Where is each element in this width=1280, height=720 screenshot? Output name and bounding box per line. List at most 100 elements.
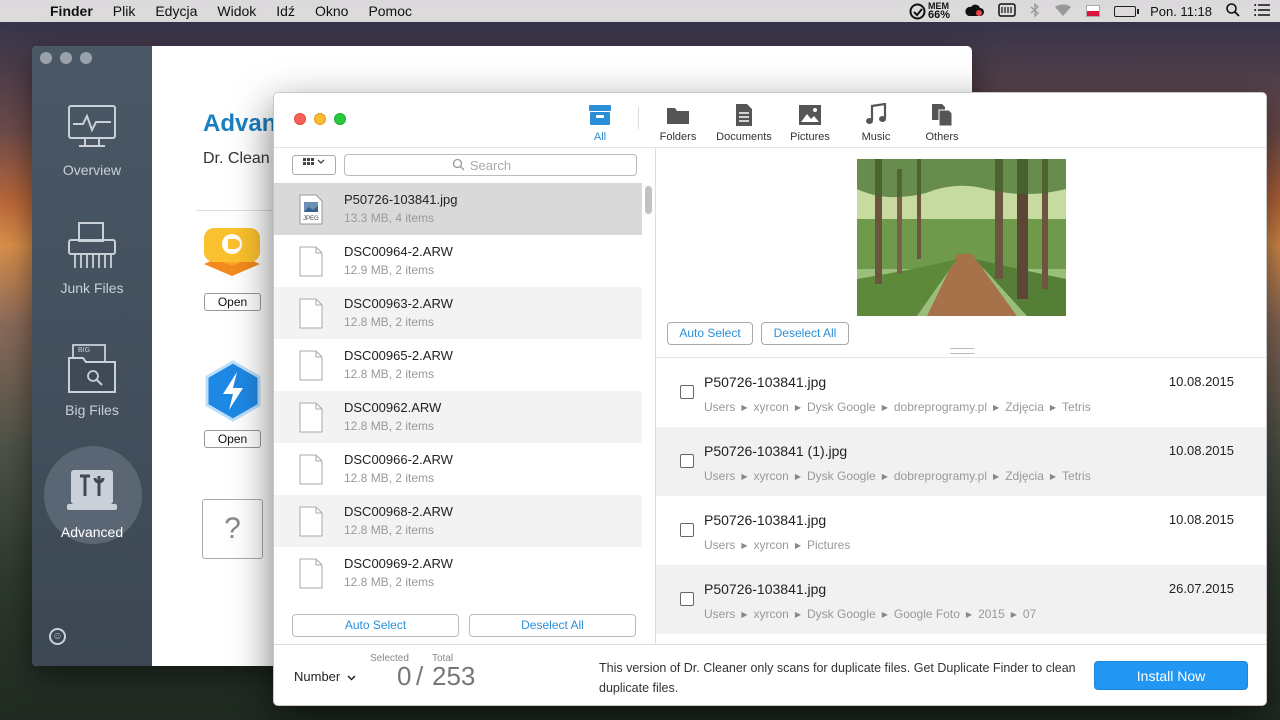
notification-center-icon[interactable]: [1254, 3, 1270, 19]
cloud-icon[interactable]: [964, 3, 985, 20]
menu-item-view[interactable]: Widok: [207, 3, 266, 19]
deselect-all-button[interactable]: Deselect All: [469, 614, 636, 637]
path-segment: dobreprogramy.pl: [893, 400, 988, 414]
duplicate-date: 10.08.2015: [1168, 374, 1234, 389]
clock[interactable]: Pon. 11:18: [1150, 4, 1212, 19]
file-name: DSC00968-2.ARW: [344, 504, 453, 519]
battery-icon[interactable]: [1114, 5, 1140, 17]
duplicate-checkbox[interactable]: [680, 523, 694, 537]
menu-app-name[interactable]: Finder: [40, 3, 103, 19]
tab-documents[interactable]: Documents: [709, 103, 779, 143]
search-input[interactable]: [344, 154, 637, 176]
menu-item-file[interactable]: Plik: [103, 3, 146, 19]
menu-item-edit[interactable]: Edycja: [145, 3, 207, 19]
zoom-icon[interactable]: [80, 52, 92, 64]
preview-deselect-all-button[interactable]: Deselect All: [761, 322, 849, 345]
path-breadcrumb: Users ▶ xyrcon ▶ Dysk Google ▶ dobreprogram…: [704, 400, 1091, 414]
memory-gauge-icon: [909, 3, 926, 19]
spotlight-search-icon[interactable]: [1226, 2, 1240, 20]
shredder-icon: [65, 222, 119, 272]
tab-others[interactable]: Others: [907, 103, 977, 143]
tab-all[interactable]: All: [565, 103, 635, 143]
file-name: DSC00969-2.ARW: [344, 556, 453, 571]
file-icon: [299, 246, 323, 277]
file-meta: 12.8 MB, 2 items: [344, 315, 435, 329]
tab-pictures[interactable]: Pictures: [775, 103, 845, 143]
list-item[interactable]: DSC00966-2.ARW 12.8 MB, 2 items: [274, 443, 642, 495]
duplicate-checkbox[interactable]: [680, 454, 694, 468]
path-segment: Tetris: [1062, 400, 1091, 414]
view-mode-selector[interactable]: [292, 155, 336, 175]
list-scrollbar[interactable]: [645, 186, 652, 214]
bluetooth-icon[interactable]: [1030, 1, 1040, 20]
file-meta: 13.3 MB, 4 items: [344, 211, 435, 225]
menu-item-go[interactable]: Idź: [266, 3, 305, 19]
page-title: Advan: [203, 110, 277, 137]
path-arrow-icon: ▶: [993, 471, 1000, 481]
tab-music[interactable]: Music: [841, 103, 911, 143]
preview-auto-select-button[interactable]: Auto Select: [667, 322, 753, 345]
path-arrow-icon: ▶: [741, 609, 748, 619]
duplicate-name: P50726-103841 (1).jpg: [704, 443, 848, 459]
list-item[interactable]: DSC00964-2.ARW 12.9 MB, 2 items: [274, 235, 642, 287]
resize-grip-icon[interactable]: [950, 348, 974, 354]
install-now-button[interactable]: Install Now: [1094, 661, 1248, 690]
input-language-flag-icon[interactable]: [1086, 5, 1101, 17]
duplicate-date: 26.07.2015: [1168, 581, 1234, 596]
duplicate-finder-app-icon: [202, 226, 262, 286]
duplicate-checkbox[interactable]: [680, 385, 694, 399]
auto-select-button[interactable]: Auto Select: [292, 614, 459, 637]
open-button-memory-optimizer[interactable]: Open: [204, 430, 261, 448]
open-button-duplicate-finder[interactable]: Open: [204, 293, 261, 311]
path-segment: Dysk Google: [807, 607, 876, 621]
folder-icon: [667, 108, 689, 124]
tab-folders[interactable]: Folders: [643, 103, 713, 143]
path-arrow-icon: ▶: [794, 609, 801, 619]
sidebar-item-advanced[interactable]: Advanced: [32, 466, 152, 540]
sort-selector[interactable]: Number: [294, 669, 356, 684]
wifi-icon[interactable]: [1054, 3, 1072, 20]
list-item[interactable]: DSC00962.ARW 12.8 MB, 2 items: [274, 391, 642, 443]
file-name: P50726-103841.jpg: [344, 192, 458, 207]
file-icon: [299, 298, 323, 329]
feedback-smile-icon[interactable]: ☺: [49, 628, 66, 645]
list-item[interactable]: DSC00965-2.ARW 12.8 MB, 2 items: [274, 339, 642, 391]
sidebar-item-junk-files[interactable]: Junk Files: [32, 222, 152, 296]
path-arrow-icon: ▶: [741, 540, 748, 550]
menu-item-help[interactable]: Pomoc: [358, 3, 422, 19]
list-item[interactable]: DSC00969-2.ARW 12.8 MB, 2 items: [274, 547, 642, 599]
path-segment: Dysk Google: [807, 469, 876, 483]
unknown-app-placeholder[interactable]: ?: [202, 499, 263, 559]
file-meta: 12.8 MB, 2 items: [344, 471, 435, 485]
sidebar-item-overview[interactable]: Overview: [32, 104, 152, 178]
duplicate-name: P50726-103841.jpg: [704, 512, 827, 528]
search-icon: [452, 158, 465, 171]
duplicate-row[interactable]: P50726-103841.jpg 10.08.2015 Users ▶ xyrc…: [656, 358, 1266, 427]
tab-label: All: [593, 131, 607, 143]
mem-value: 66%: [928, 9, 951, 21]
minimize-icon[interactable]: [60, 52, 72, 64]
bottom-bar: Number Selected Total 0 / 253 This versi…: [274, 644, 1266, 705]
close-icon[interactable]: [294, 113, 306, 125]
list-item[interactable]: DSC00968-2.ARW 12.8 MB, 2 items: [274, 495, 642, 547]
duplicate-files-window: All Folders Documents Pictures Music Oth…: [273, 92, 1267, 706]
file-group-list[interactable]: JPEG P50726-103841.jpg 13.3 MB, 4 items …: [274, 183, 642, 601]
duplicate-row[interactable]: P50726-103841 (1).jpg 10.08.2015 Users ▶ …: [656, 427, 1266, 496]
sidebar-item-big-files[interactable]: BIG Big Files: [32, 344, 152, 418]
duplicate-row[interactable]: P50726-103841.jpg 10.08.2015 Users ▶ xyrc…: [656, 496, 1266, 565]
file-meta: 12.8 MB, 2 items: [344, 367, 435, 381]
duplicate-checkbox[interactable]: [680, 592, 694, 606]
list-item[interactable]: DSC00963-2.ARW 12.8 MB, 2 items: [274, 287, 642, 339]
path-segment: Tetris: [1062, 469, 1091, 483]
minimize-icon[interactable]: [314, 113, 326, 125]
file-meta: 12.9 MB, 2 items: [344, 263, 435, 277]
close-icon[interactable]: [40, 52, 52, 64]
path-arrow-icon: ▶: [965, 609, 973, 619]
memory-status[interactable]: MEM 66%: [909, 2, 951, 21]
list-item[interactable]: JPEG P50726-103841.jpg 13.3 MB, 4 items: [274, 183, 642, 235]
menu-item-window[interactable]: Okno: [305, 3, 358, 19]
duplicate-row[interactable]: P50726-103841.jpg 26.07.2015 Users ▶ xyrc…: [656, 565, 1266, 634]
zoom-icon[interactable]: [334, 113, 346, 125]
keyboard-icon[interactable]: [998, 2, 1016, 20]
toolbar-separator: [638, 107, 639, 129]
